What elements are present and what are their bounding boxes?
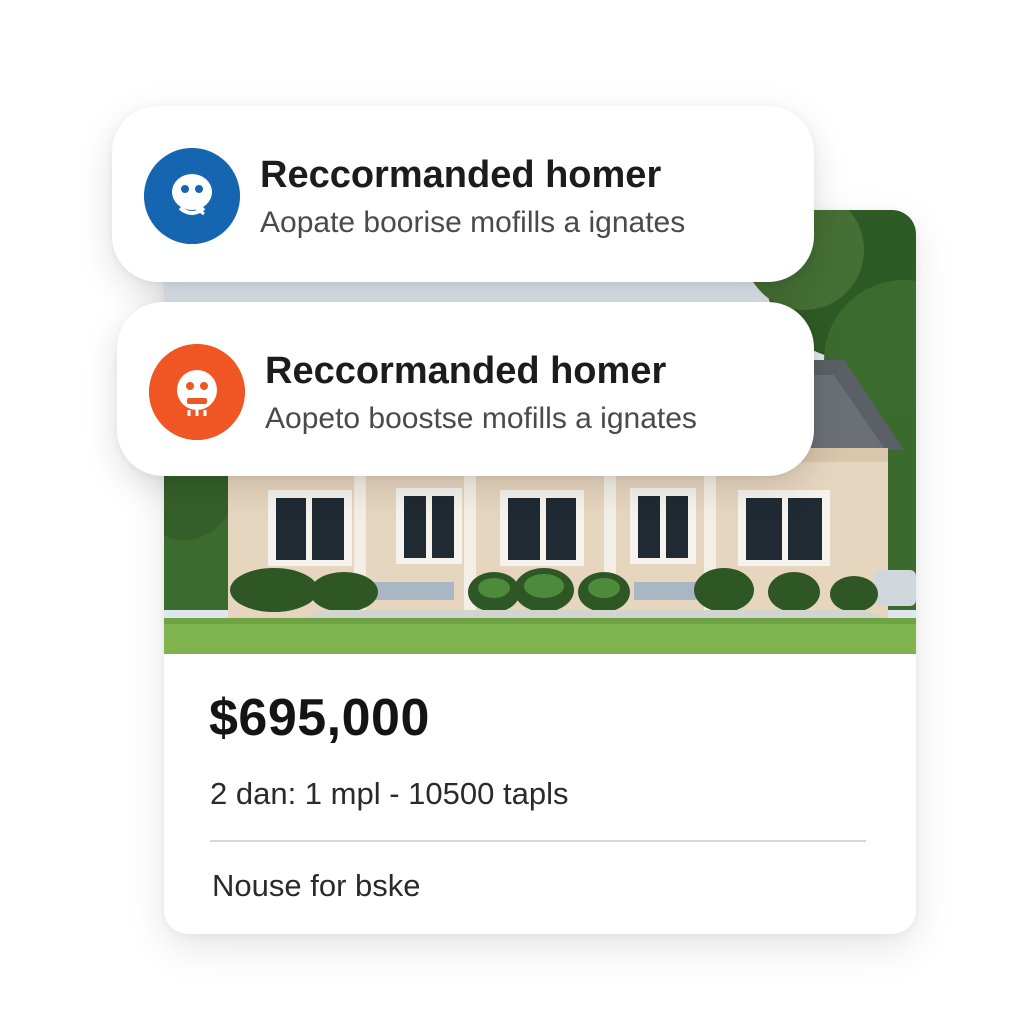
- avatar: [144, 148, 240, 244]
- notification-card[interactable]: Reccormanded homer Aopate boorise mofill…: [112, 106, 814, 282]
- notification-title: Reccormanded homer: [260, 154, 662, 196]
- listing-price: $695,000: [209, 689, 430, 747]
- listing-details: 2 dan: 1 mpl - 10500 tapls: [210, 776, 569, 811]
- divider: [210, 840, 866, 842]
- face-icon: [149, 344, 245, 440]
- notification-card[interactable]: Reccormanded homer Aopeto boostse mofill…: [117, 302, 814, 476]
- avatar: [149, 344, 245, 440]
- notification-subtitle: Aopeto boostse mofills a ignates: [265, 402, 697, 435]
- face-icon: [144, 148, 240, 244]
- notification-subtitle: Aopate boorise mofills a ignates: [260, 206, 686, 239]
- listing-type: Nouse for bske: [212, 868, 421, 903]
- stage: $695,000 2 dan: 1 mpl - 10500 tapls Nous…: [0, 0, 1024, 1024]
- notification-title: Reccormanded homer: [265, 350, 667, 392]
